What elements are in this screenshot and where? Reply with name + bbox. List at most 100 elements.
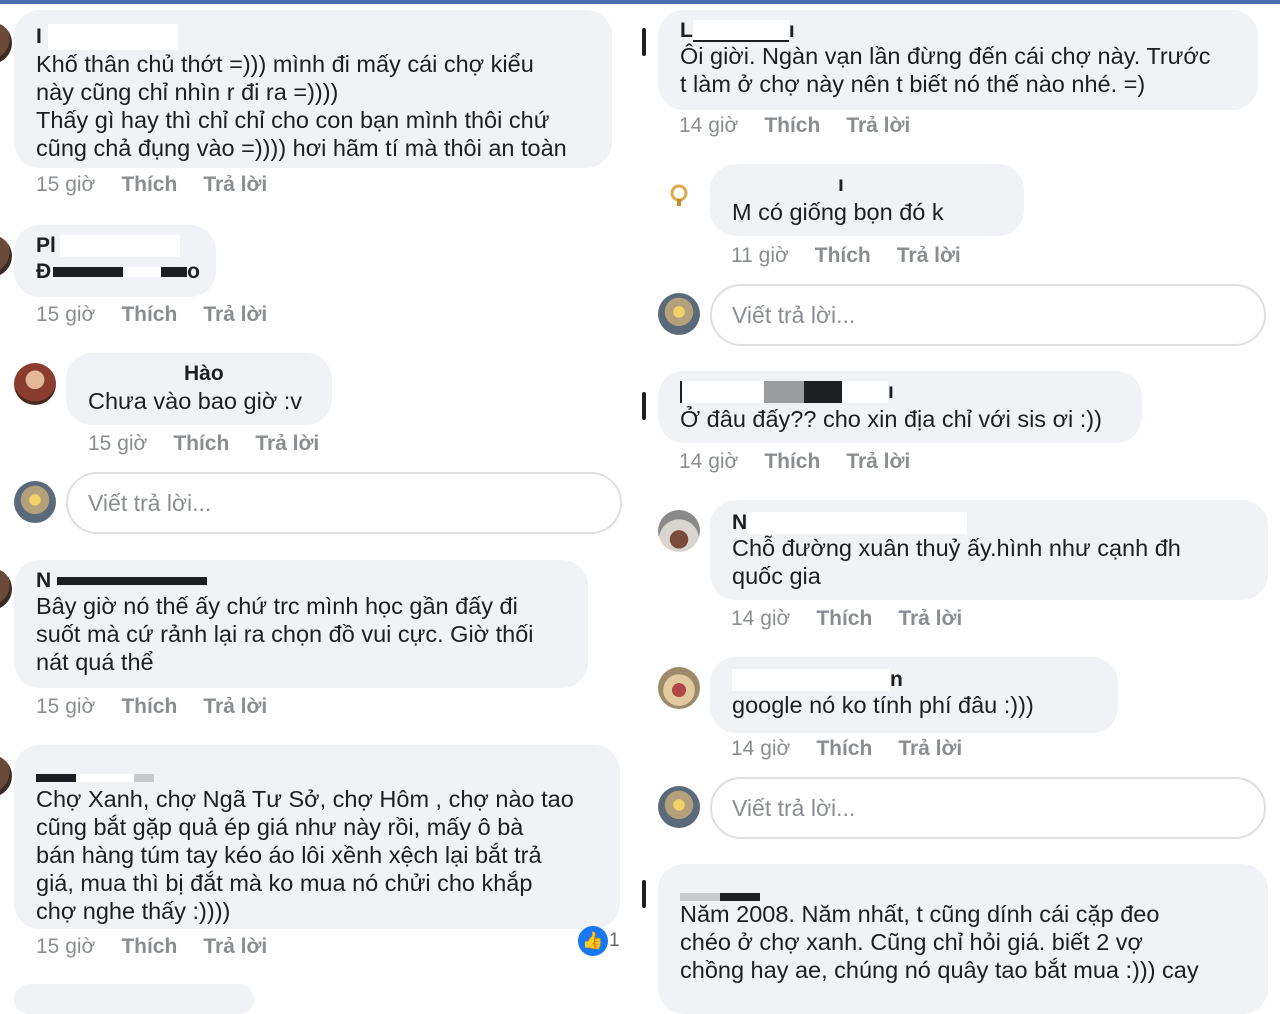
avatar[interactable] — [14, 363, 56, 405]
like-link[interactable]: Thích — [121, 935, 177, 958]
current-user-avatar[interactable] — [658, 786, 700, 828]
timestamp[interactable]: 15 giờ — [36, 695, 95, 718]
comment-bubble: I Khố thân chủ thớt =))) mình đi mấy cái… — [14, 10, 612, 168]
comment-bubble: ı M có giống bọn đó k — [710, 164, 1024, 236]
redaction — [76, 774, 134, 783]
like-link[interactable]: Thích — [173, 432, 229, 455]
comment-text: google nó ko tính phí đâu :))) — [732, 692, 1034, 718]
timestamp[interactable]: 11 giờ — [731, 244, 789, 267]
reply-input[interactable]: Viết trả lời... — [710, 777, 1266, 839]
reply-input[interactable]: Viết trả lời... — [66, 472, 622, 534]
like-link[interactable]: Thích — [816, 607, 872, 630]
comment-bubble-partial — [14, 984, 254, 1014]
comment-author[interactable]: Hào — [88, 361, 310, 387]
timestamp[interactable]: 15 giờ — [36, 935, 95, 958]
reply-link[interactable]: Trả lời — [846, 450, 910, 473]
redaction — [720, 893, 760, 902]
comment-meta: 14 giờ Thích Trả lời — [731, 607, 988, 631]
redaction — [682, 381, 764, 404]
current-user-avatar[interactable] — [14, 481, 56, 523]
comment-author[interactable]: ı — [680, 379, 1120, 405]
comment-text: Năm 2008. Năm nhất, t cũng dính cái cặp … — [680, 901, 1199, 983]
comment-meta: 14 giờ Thích Trả lời — [731, 737, 988, 761]
timestamp[interactable]: 14 giờ — [731, 607, 790, 630]
timestamp[interactable]: 14 giờ — [731, 737, 790, 760]
comment-author[interactable]: n — [732, 667, 1096, 692]
comment-meta: 15 giờ Thích Trả lời — [36, 173, 293, 197]
comment-author-line2[interactable]: Đo — [36, 259, 200, 285]
top-border — [0, 0, 1280, 4]
avatar[interactable] — [0, 755, 12, 797]
comment-text: Ôi giời. Ngàn vạn lần đừng đến cái chợ n… — [680, 43, 1211, 97]
current-user-avatar[interactable] — [658, 293, 700, 335]
reply-link[interactable]: Trả lời — [897, 244, 961, 267]
like-link[interactable]: Thích — [121, 695, 177, 718]
redaction — [57, 577, 208, 586]
redaction — [125, 267, 162, 278]
comment-meta: 15 giờ Thích Trả lời — [36, 695, 293, 719]
comment-bubble: N Bây giờ nó thế ấy chứ trc mình học gần… — [14, 560, 588, 688]
comment-bubble: Hào Chưa vào bao giờ :v — [66, 353, 332, 425]
avatar-edge — [642, 392, 646, 420]
avatar[interactable] — [658, 174, 700, 216]
redaction — [732, 669, 890, 692]
avatar[interactable] — [658, 510, 700, 552]
comment-author[interactable] — [680, 884, 1246, 902]
comment-author[interactable]: ı — [732, 172, 1002, 198]
redaction — [53, 267, 124, 278]
timestamp[interactable]: 15 giờ — [36, 173, 95, 196]
comment-bubble: Pl Đo — [14, 225, 216, 297]
comment-text: Ở đâu đấy?? cho xin địa chỉ với sis ơi :… — [680, 406, 1102, 432]
redaction — [47, 24, 178, 51]
timestamp[interactable]: 14 giờ — [679, 450, 738, 473]
comment-author[interactable]: N — [732, 510, 1246, 535]
timestamp[interactable]: 15 giờ — [36, 303, 95, 326]
reply-link[interactable]: Trả lời — [203, 695, 267, 718]
comment-author[interactable]: Pl — [36, 233, 194, 259]
redaction — [692, 20, 789, 43]
avatar-edge — [642, 28, 646, 56]
reply-link[interactable]: Trả lời — [203, 935, 267, 958]
avatar[interactable] — [0, 22, 12, 64]
comment-meta: 15 giờ Thích Trả lời — [88, 432, 345, 456]
avatar[interactable] — [0, 568, 12, 610]
comment-text: Khố thân chủ thớt =))) mình đi mấy cái c… — [36, 51, 567, 161]
comment-bubble: Lı Ôi giời. Ngàn vạn lần đừng đến cái ch… — [658, 10, 1258, 110]
avatar-edge — [642, 880, 646, 908]
redaction — [36, 774, 76, 783]
like-link[interactable]: Thích — [121, 173, 177, 196]
redaction — [59, 235, 180, 258]
redaction — [680, 893, 720, 902]
redaction — [842, 381, 888, 404]
avatar[interactable] — [0, 235, 12, 277]
comment-author[interactable]: N — [36, 570, 566, 592]
like-link[interactable]: Thích — [764, 114, 820, 137]
like-link[interactable]: Thích — [121, 303, 177, 326]
comment-author[interactable]: Lı — [680, 20, 1236, 43]
comment-text: Chỗ đường xuân thuỷ ấy.hình như cạnh đh q… — [732, 535, 1181, 589]
comment-bubble: n google nó ko tính phí đâu :))) — [710, 657, 1118, 733]
redaction — [804, 381, 842, 404]
reply-link[interactable]: Trả lời — [203, 303, 267, 326]
like-link[interactable]: Thích — [815, 244, 871, 267]
comment-meta: 15 giờ Thích Trả lời — [36, 935, 293, 959]
reaction-count[interactable]: 1 — [609, 930, 620, 952]
comment-text: Bây giờ nó thế ấy chứ trc mình học gần đ… — [36, 593, 534, 675]
comment-author[interactable]: I — [36, 24, 590, 51]
reply-input[interactable]: Viết trả lời... — [710, 284, 1266, 346]
reply-link[interactable]: Trả lời — [255, 432, 319, 455]
reply-link[interactable]: Trả lời — [898, 737, 962, 760]
timestamp[interactable]: 15 giờ — [88, 432, 147, 455]
comment-author[interactable] — [36, 765, 598, 785]
like-reaction-icon[interactable]: 👍 — [578, 926, 608, 956]
comment-meta: 11 giờ Thích Trả lời — [731, 244, 987, 268]
comment-meta: 15 giờ Thích Trả lời — [36, 303, 293, 327]
timestamp[interactable]: 14 giờ — [679, 114, 738, 137]
comment-bubble: Chợ Xanh, chợ Ngã Tư Sở, chợ Hôm , chợ n… — [14, 745, 620, 929]
like-link[interactable]: Thích — [816, 737, 872, 760]
reply-link[interactable]: Trả lời — [846, 114, 910, 137]
avatar[interactable] — [658, 667, 700, 709]
reply-link[interactable]: Trả lời — [898, 607, 962, 630]
like-link[interactable]: Thích — [764, 450, 820, 473]
reply-link[interactable]: Trả lời — [203, 173, 267, 196]
